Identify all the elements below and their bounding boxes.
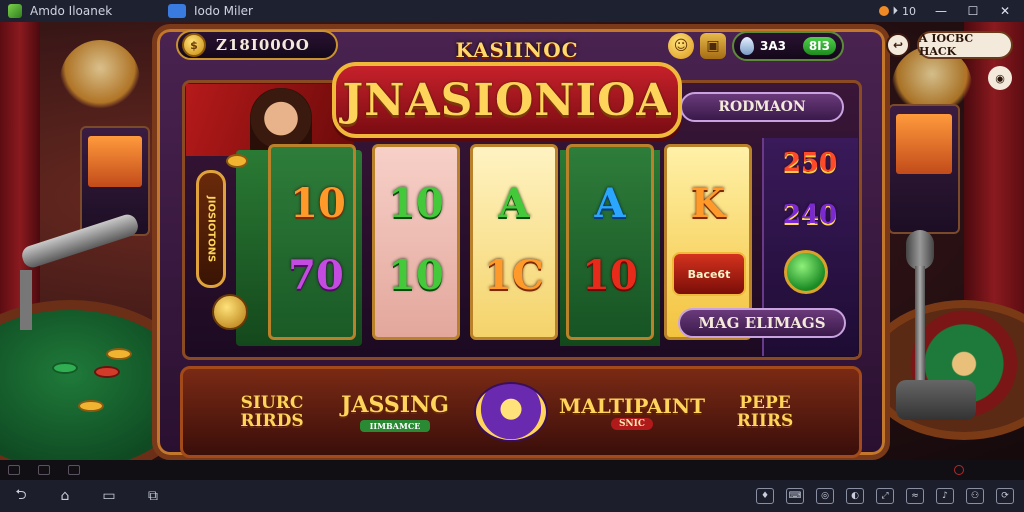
- status-play-icon: ⏵: [892, 4, 899, 17]
- location-icon[interactable]: ◎: [816, 488, 834, 504]
- spin-plate-label: MAG ELIMAGS: [698, 314, 826, 332]
- back-nav-icon[interactable]: ⮌: [10, 487, 32, 505]
- paytable-value: 250: [782, 148, 838, 178]
- navigation-bar: ⮌ ⌂ ▭ ⧉ ♦ ⌨ ◎ ◐ ⤢ ≈ ♪ ⚇ ⟳: [0, 480, 1024, 512]
- multi-instance-icon[interactable]: ⚇: [966, 488, 984, 504]
- game-tab-icon: [168, 4, 186, 18]
- coin-icon: [212, 294, 248, 330]
- mode-plate[interactable]: RODMAON: [680, 92, 844, 122]
- paytable-value: 240: [782, 200, 838, 230]
- jackpot-badge-label: JIOSIOTONS: [205, 195, 217, 263]
- coin-icon: [226, 154, 248, 168]
- notification-icon: [878, 6, 889, 16]
- reel-symbol: 10: [388, 180, 444, 227]
- smile-icon[interactable]: ☺: [668, 33, 694, 59]
- minimize-icon[interactable]: —: [934, 4, 948, 18]
- record-indicator-icon: [954, 465, 964, 475]
- app-logo-icon: [8, 4, 22, 18]
- game-tile-1[interactable]: SIURC RIRDS: [224, 374, 322, 450]
- status-value: 10: [902, 4, 916, 18]
- game-tile-4[interactable]: MALTIPAINT SNIC: [559, 374, 705, 450]
- background-slot-machine: [888, 104, 960, 234]
- coin-icon: $: [182, 33, 206, 57]
- reel-symbol: A: [498, 180, 530, 227]
- record-icon[interactable]: ◉: [988, 66, 1012, 90]
- microphone-stand: [20, 270, 32, 330]
- status-icon: [68, 465, 80, 475]
- back-icon[interactable]: ↩: [886, 33, 910, 57]
- reel-2: [372, 144, 460, 340]
- screenshot-icon[interactable]: ⧉: [142, 487, 164, 505]
- reel-1: [268, 144, 356, 340]
- game-tile-3[interactable]: [472, 374, 550, 450]
- back-label: A IOCBC HACK: [919, 32, 974, 58]
- reel-symbol: 70: [288, 252, 344, 299]
- chip: [52, 362, 78, 374]
- keyboard-icon[interactable]: ⌨: [786, 488, 804, 504]
- reel-symbol: 10: [290, 180, 346, 227]
- game-logo-text: JNASIONIOA: [342, 74, 672, 126]
- volume-icon[interactable]: ♪: [936, 488, 954, 504]
- bag-icon[interactable]: ▣: [700, 33, 726, 59]
- bet-button[interactable]: Bace6t: [672, 252, 746, 296]
- chip: [94, 366, 120, 378]
- chip: [106, 348, 132, 360]
- title-bar: Amdo Iloanek Iodo Miler ⏵ 10 — ☐ ✕: [0, 0, 1024, 22]
- reel-symbol: 10: [388, 252, 444, 299]
- reel-4: [566, 144, 654, 340]
- game-tile-subtitle: IIMBAMCE: [359, 420, 431, 432]
- reel-3: [470, 144, 558, 340]
- ship-emblem-icon: [474, 382, 548, 442]
- game-tile-5[interactable]: PEPE RIIRS: [712, 374, 818, 450]
- gems-value: 3A3: [760, 39, 786, 53]
- maximize-icon[interactable]: ☐: [966, 4, 980, 18]
- bonus-orb-icon: [784, 250, 828, 294]
- game-tile-title: JASSING: [341, 392, 449, 418]
- game-tile-title: MALTIPAINT: [559, 394, 705, 418]
- mode-plate-label: RODMAON: [718, 99, 806, 115]
- reel-symbol: K: [690, 180, 726, 227]
- status-strip: [0, 460, 1024, 480]
- game-tile-2[interactable]: JASSING IIMBAMCE: [340, 374, 450, 450]
- close-icon[interactable]: ✕: [998, 4, 1012, 18]
- spin-plate[interactable]: MAG ELIMAGS: [678, 308, 846, 338]
- app-title: Amdo Iloanek: [30, 4, 113, 18]
- reel-symbol: 1C: [484, 252, 544, 299]
- bet-button-label: Bace6t: [687, 267, 731, 281]
- status-pill[interactable]: ⏵ 10: [878, 4, 916, 18]
- game-logo: JNASIONIOA: [332, 62, 682, 138]
- tab-game[interactable]: Iodo Miler: [168, 2, 253, 20]
- game-tile-subtitle: SNIC: [610, 418, 654, 430]
- gamepad-icon[interactable]: ◐: [846, 488, 864, 504]
- home-icon[interactable]: ⌂: [54, 487, 76, 505]
- gems-add-button[interactable]: 8I3: [802, 37, 836, 55]
- rotate-icon[interactable]: ⟳: [996, 488, 1014, 504]
- slot-lever[interactable]: [896, 230, 976, 430]
- balance-display[interactable]: $ Z18I00OO: [176, 30, 338, 60]
- tab-label: Iodo Miler: [194, 4, 253, 18]
- status-icon: [38, 465, 50, 475]
- back-button[interactable]: A IOCBC HACK: [917, 31, 1013, 59]
- chandelier-left: [60, 40, 140, 110]
- recents-icon[interactable]: ▭: [98, 487, 120, 505]
- reel-symbol: A: [594, 180, 626, 227]
- reel-symbol: 10: [582, 252, 638, 299]
- jackpot-badge: JIOSIOTONS: [196, 170, 226, 288]
- fullscreen-icon[interactable]: ⤢: [876, 488, 894, 504]
- shake-icon[interactable]: ≈: [906, 488, 924, 504]
- status-icon: [8, 465, 20, 475]
- chip: [78, 400, 104, 412]
- game-tile-title: SIURC RIRDS: [240, 393, 304, 431]
- emulator-window: Amdo Iloanek Iodo Miler ⏵ 10 — ☐ ✕ $ Z18…: [0, 0, 1024, 512]
- game-tile-title: PEPE RIIRS: [736, 393, 794, 431]
- logo-subtitle: KASlINOC: [455, 38, 579, 62]
- app-icon[interactable]: ♦: [756, 488, 774, 504]
- balance-value: Z18I00OO: [216, 36, 310, 54]
- gem-icon: [740, 37, 754, 55]
- gems-display[interactable]: 3A3 8I3: [732, 31, 844, 61]
